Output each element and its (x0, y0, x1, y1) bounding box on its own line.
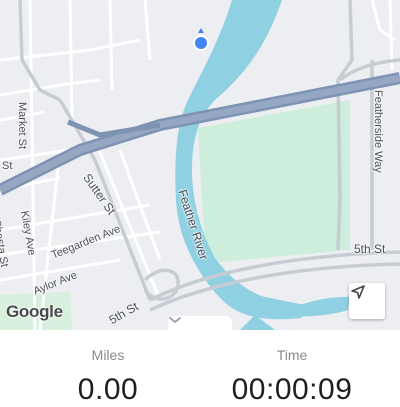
my-location-button[interactable] (349, 283, 385, 319)
street-label-featherside-way: Featherside Way (372, 90, 384, 173)
map-view[interactable]: Market St Sutter St Kiley Ave Teegarden … (0, 0, 400, 330)
google-logo-text: Google (6, 302, 63, 321)
street-label-st: St (2, 160, 13, 172)
time-label: Time (276, 347, 308, 363)
stats-panel: Miles 0.00 Time 00:00:09 (0, 330, 400, 406)
street-label-market-st: Market St (16, 102, 28, 150)
chevron-down-icon (169, 317, 181, 324)
miles-value: 0.00 (77, 373, 139, 406)
park-area (198, 100, 350, 262)
expand-panel-button[interactable] (168, 316, 232, 330)
blue-location-dot-icon (193, 28, 209, 51)
time-value: 00:00:09 (231, 373, 353, 406)
miles-label: Miles (91, 347, 125, 363)
google-logo: Google (6, 302, 63, 322)
time-stat: Time 00:00:09 (192, 330, 392, 407)
miles-stat: Miles 0.00 (8, 330, 208, 407)
navigation-arrow-icon (351, 285, 365, 299)
street-label-5th-st-east: 5th St (354, 242, 386, 256)
